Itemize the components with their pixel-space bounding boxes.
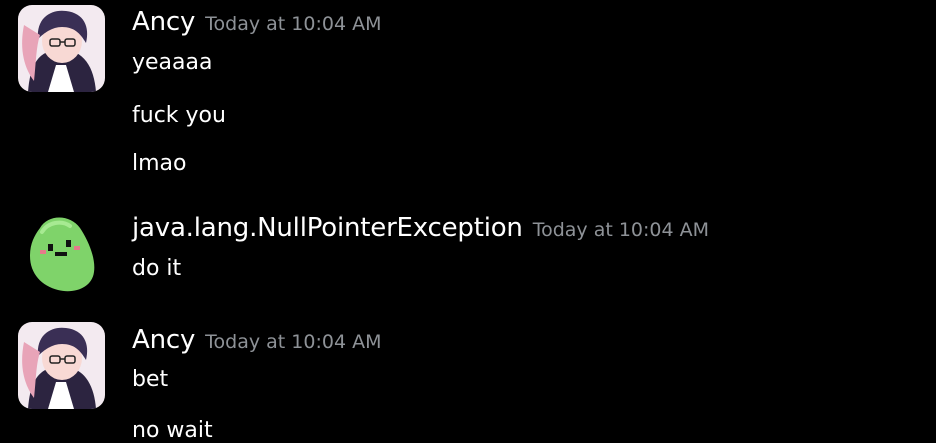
avatar[interactable] — [18, 322, 105, 409]
message-text: yeaaaa — [132, 50, 213, 75]
message-text: lmao — [132, 151, 187, 176]
anime-character-avatar-icon — [18, 322, 105, 409]
message-text: do it — [132, 256, 182, 281]
message-text: no wait — [132, 418, 213, 443]
green-bean-avatar-icon — [18, 208, 105, 295]
avatar[interactable] — [18, 208, 105, 295]
anime-character-avatar-icon — [18, 5, 105, 92]
message-header: java.lang.NullPointerException Today at 1… — [132, 213, 709, 243]
avatar[interactable] — [18, 5, 105, 92]
message-header: Ancy Today at 10:04 AM — [132, 7, 381, 37]
author-name[interactable]: Ancy — [132, 7, 195, 37]
message-text: fuck you — [132, 103, 226, 128]
timestamp: Today at 10:04 AM — [205, 331, 382, 353]
chat-message-list: Ancy Today at 10:04 AM yeaaaa fuck you lm… — [0, 0, 936, 443]
message-text: bet — [132, 367, 169, 392]
message-header: Ancy Today at 10:04 AM — [132, 325, 381, 355]
author-name[interactable]: Ancy — [132, 325, 195, 355]
author-name[interactable]: java.lang.NullPointerException — [132, 213, 523, 243]
timestamp: Today at 10:04 AM — [205, 13, 382, 35]
timestamp: Today at 10:04 AM — [532, 219, 710, 241]
